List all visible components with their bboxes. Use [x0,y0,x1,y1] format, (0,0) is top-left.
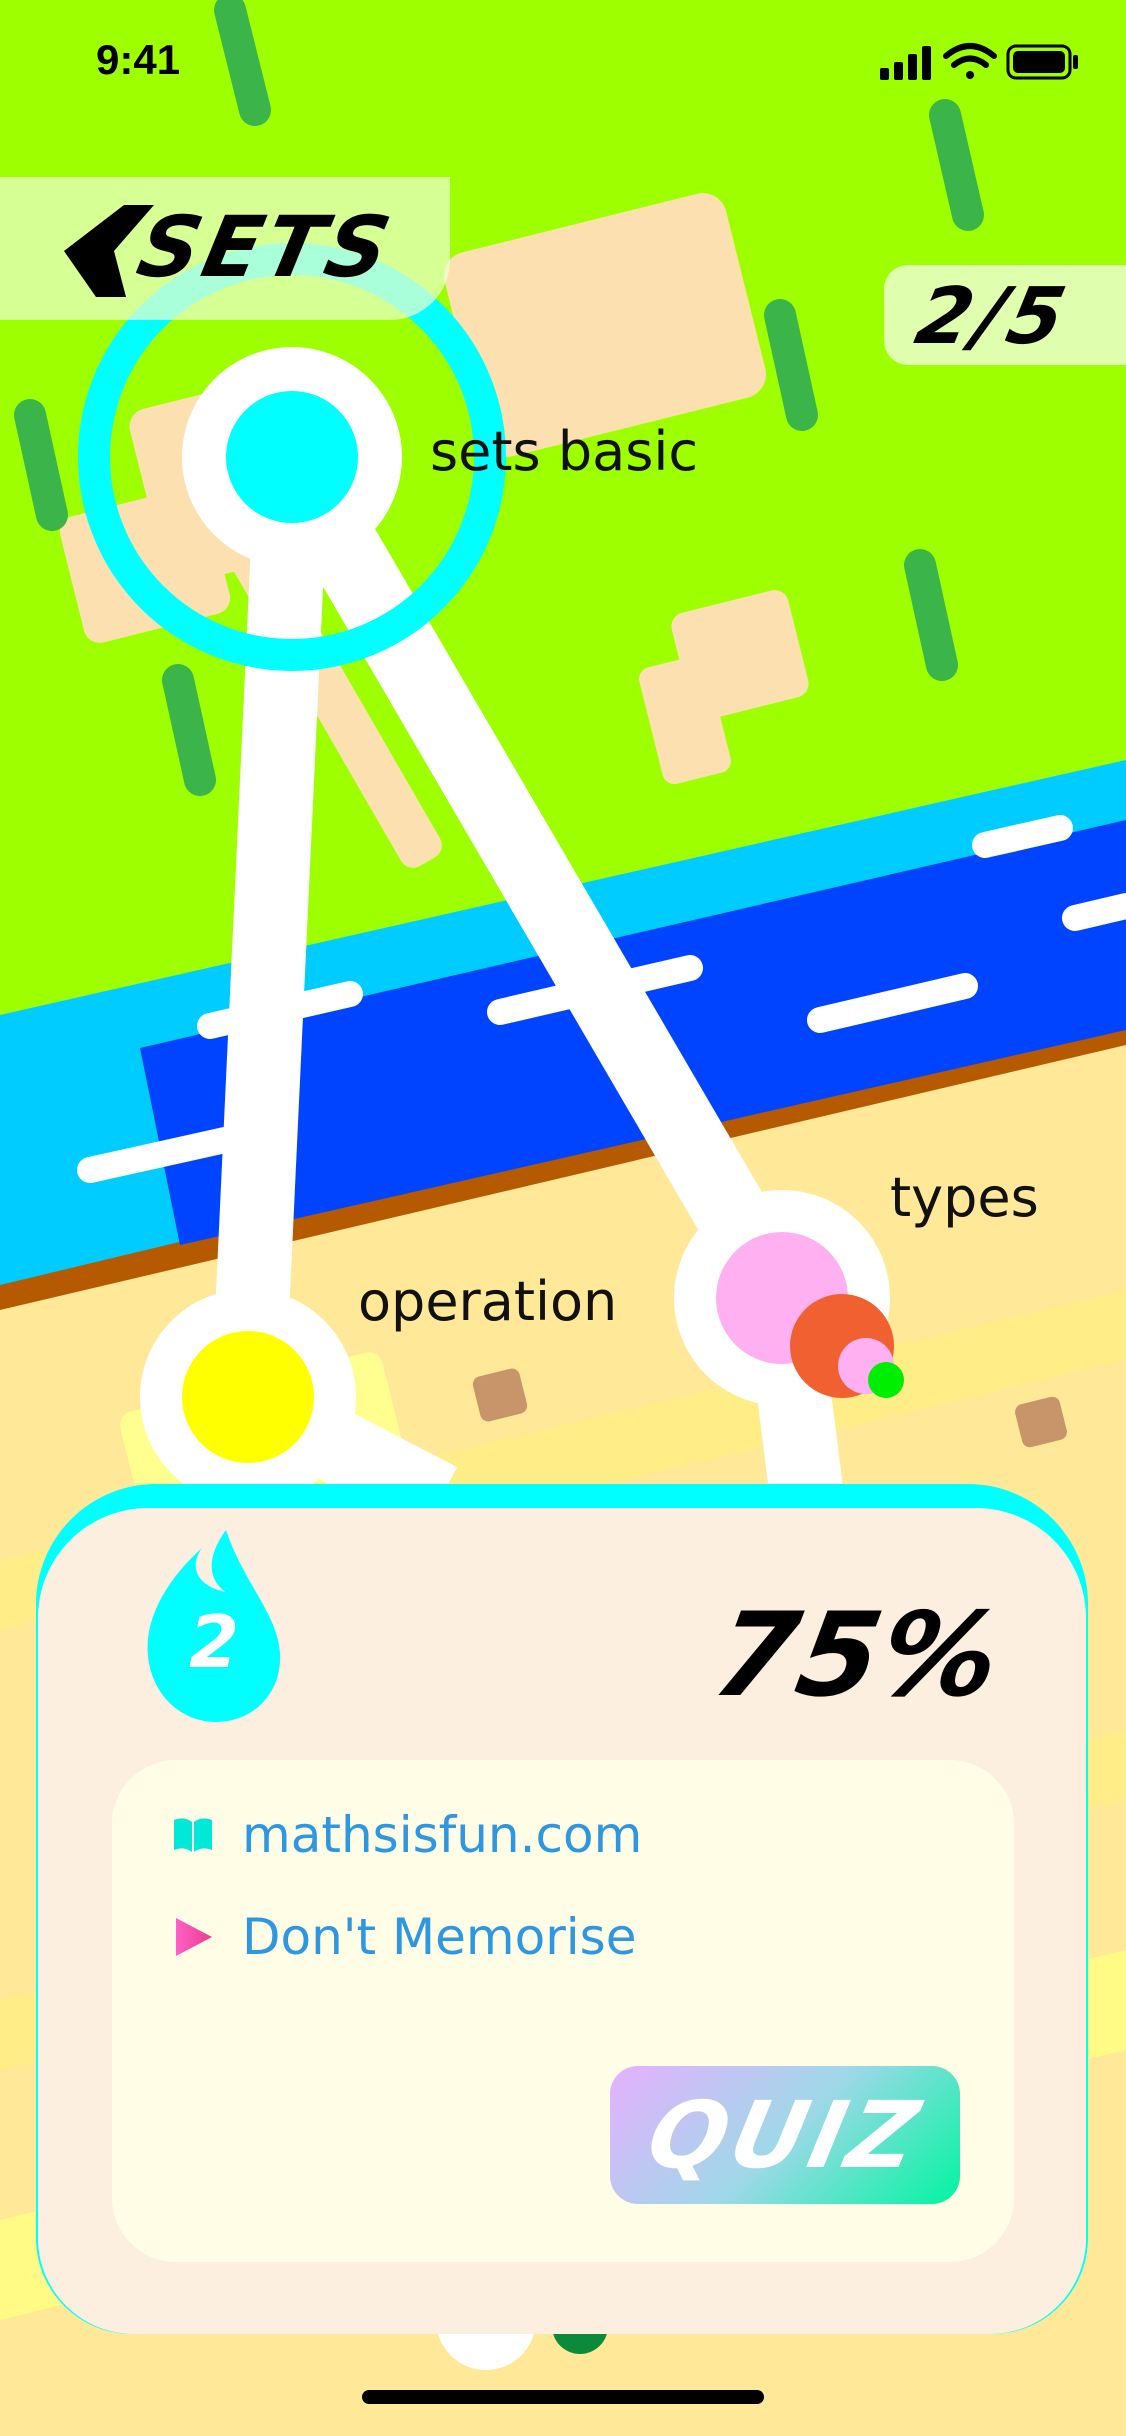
progress-count: 2/5 [908,272,1077,362]
map-node-sets-basic[interactable] [94,259,490,655]
resource-label[interactable]: mathsisfun.com [242,1806,642,1864]
resource-link-mathsisfun[interactable]: mathsisfun.com [170,1806,642,1864]
quiz-button-label[interactable]: QUIZ [639,2082,932,2189]
node-label-operation[interactable]: operation [358,1270,617,1333]
streak-count: 2 [188,1600,240,1684]
node-label-types[interactable]: types [890,1166,1039,1229]
progress-percent: 75% [704,1588,1012,1723]
status-time: 9:41 [96,36,181,83]
home-indicator[interactable] [362,2390,764,2404]
book-icon [174,1818,212,1852]
signal-icon [880,46,931,80]
resource-label[interactable]: Don't Memorise [242,1908,636,1966]
map-node-types[interactable] [674,1190,890,1406]
wifi-icon [943,43,997,79]
battery-icon [1006,44,1078,80]
map-node-operation[interactable] [140,1289,356,1505]
play-icon [176,1918,212,1956]
resource-link-dont-memorise[interactable]: Don't Memorise [170,1908,636,1966]
status-icons [880,43,1078,80]
quiz-button[interactable]: QUIZ [610,2066,960,2204]
